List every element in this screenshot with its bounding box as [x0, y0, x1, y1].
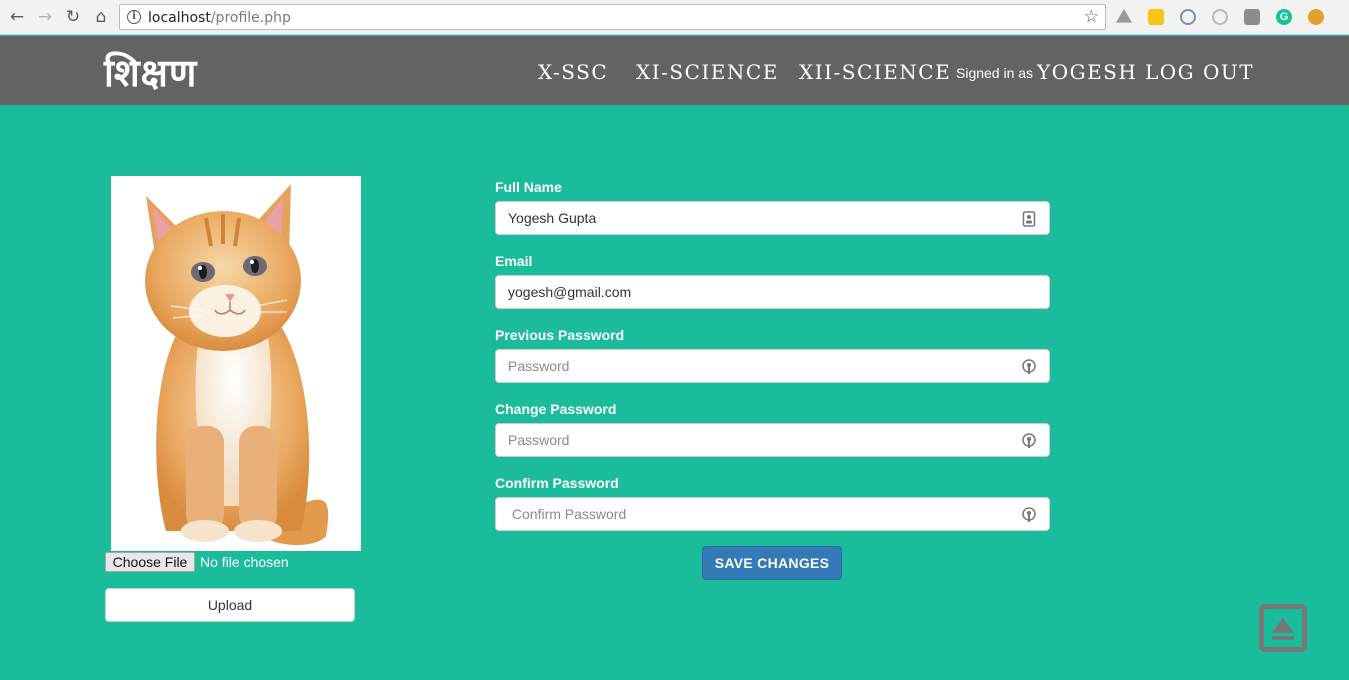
- nav-link-x-ssc[interactable]: X-SSC: [538, 60, 608, 84]
- bug-extension-icon[interactable]: [1308, 9, 1324, 25]
- arrow-up-bar: [1272, 636, 1294, 640]
- address-bar[interactable]: i localhost/profile.php ☆: [119, 4, 1106, 30]
- arrow-up-icon: [1272, 618, 1294, 633]
- change-password-field: [495, 423, 1050, 457]
- full-name-input[interactable]: [496, 202, 1049, 234]
- browser-toolbar: ← → ↻ ⌂ i localhost/profile.php ☆ G: [0, 0, 1349, 35]
- choose-file-button[interactable]: Choose File: [105, 552, 195, 572]
- file-status-text: No file chosen: [200, 554, 289, 570]
- nav-link-xii-science[interactable]: XII-SCIENCE: [799, 60, 951, 84]
- previous-password-field: [495, 349, 1050, 383]
- full-name-label: Full Name: [495, 179, 562, 195]
- drive-icon[interactable]: [1116, 9, 1132, 23]
- url-text[interactable]: localhost/profile.php: [148, 10, 291, 26]
- logout-link[interactable]: LOG OUT: [1145, 60, 1254, 84]
- kitten-image: [145, 184, 329, 545]
- previous-password-label: Previous Password: [495, 327, 625, 343]
- change-password-input[interactable]: [496, 424, 1049, 456]
- password-manager-icon[interactable]: [1022, 359, 1036, 375]
- previous-password-input[interactable]: [496, 350, 1049, 382]
- info-icon[interactable]: i: [127, 10, 141, 24]
- confirm-password-field: [495, 497, 1050, 531]
- profile-photo: [111, 176, 361, 551]
- react-devtools-icon[interactable]: [1180, 9, 1196, 25]
- grammarly-icon[interactable]: G: [1276, 9, 1292, 25]
- forward-arrow-icon[interactable]: →: [34, 6, 56, 28]
- nav-link-xi-science[interactable]: XI-SCIENCE: [636, 60, 779, 84]
- back-arrow-icon[interactable]: ←: [6, 6, 28, 28]
- upload-button[interactable]: Upload: [105, 588, 355, 622]
- reload-icon[interactable]: ↻: [62, 6, 84, 28]
- home-icon[interactable]: ⌂: [90, 6, 112, 28]
- change-password-label: Change Password: [495, 401, 617, 417]
- save-changes-button[interactable]: SAVE CHANGES: [702, 546, 842, 580]
- settings-extension-icon[interactable]: [1212, 9, 1228, 25]
- email-input[interactable]: [496, 276, 1049, 308]
- email-field: [495, 275, 1050, 309]
- full-name-field: [495, 201, 1050, 235]
- site-navbar: शिक्षण X-SSC XI-SCIENCE XII-SCIENCE Sign…: [0, 36, 1349, 105]
- back-to-top-button[interactable]: [1259, 604, 1307, 652]
- screen-capture-icon[interactable]: [1244, 9, 1260, 25]
- bookmark-star-icon[interactable]: ☆: [1084, 7, 1099, 27]
- contact-card-icon: [1022, 211, 1036, 227]
- confirm-password-input[interactable]: [496, 498, 1049, 530]
- yellow-extension-icon[interactable]: [1148, 9, 1164, 25]
- signed-in-label: Signed in as: [956, 65, 1034, 81]
- username: YOGESH: [1037, 60, 1138, 84]
- brand-logo[interactable]: शिक्षण: [104, 46, 197, 98]
- password-manager-icon[interactable]: [1022, 507, 1036, 523]
- password-manager-icon[interactable]: [1022, 433, 1036, 449]
- confirm-password-label: Confirm Password: [495, 475, 619, 491]
- email-label: Email: [495, 253, 533, 269]
